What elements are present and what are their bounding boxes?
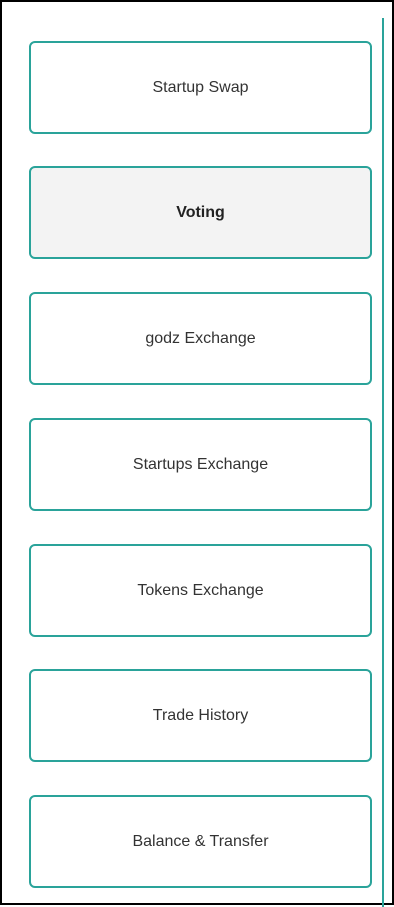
voting-label: Voting: [176, 203, 225, 221]
trade-history-button[interactable]: Trade History: [29, 669, 372, 762]
startups-exchange-button[interactable]: Startups Exchange: [29, 418, 372, 511]
godz-exchange-label: godz Exchange: [145, 329, 256, 347]
startup-swap-label: Startup Swap: [152, 78, 249, 96]
balance-transfer-button[interactable]: Balance & Transfer: [29, 795, 372, 888]
trade-history-label: Trade History: [152, 706, 249, 724]
startup-swap-button[interactable]: Startup Swap: [29, 41, 372, 134]
startups-exchange-label: Startups Exchange: [132, 455, 269, 473]
tokens-exchange-button[interactable]: Tokens Exchange: [29, 544, 372, 637]
window-frame: Startup Swap Voting godz Exchange Startu…: [0, 0, 394, 907]
tokens-exchange-label: Tokens Exchange: [137, 581, 264, 599]
sidebar-nav: Startup Swap Voting godz Exchange Startu…: [2, 2, 382, 907]
sidebar-divider: [382, 18, 384, 907]
balance-transfer-label: Balance & Transfer: [132, 832, 269, 850]
voting-button[interactable]: Voting: [29, 166, 372, 259]
godz-exchange-button[interactable]: godz Exchange: [29, 292, 372, 385]
